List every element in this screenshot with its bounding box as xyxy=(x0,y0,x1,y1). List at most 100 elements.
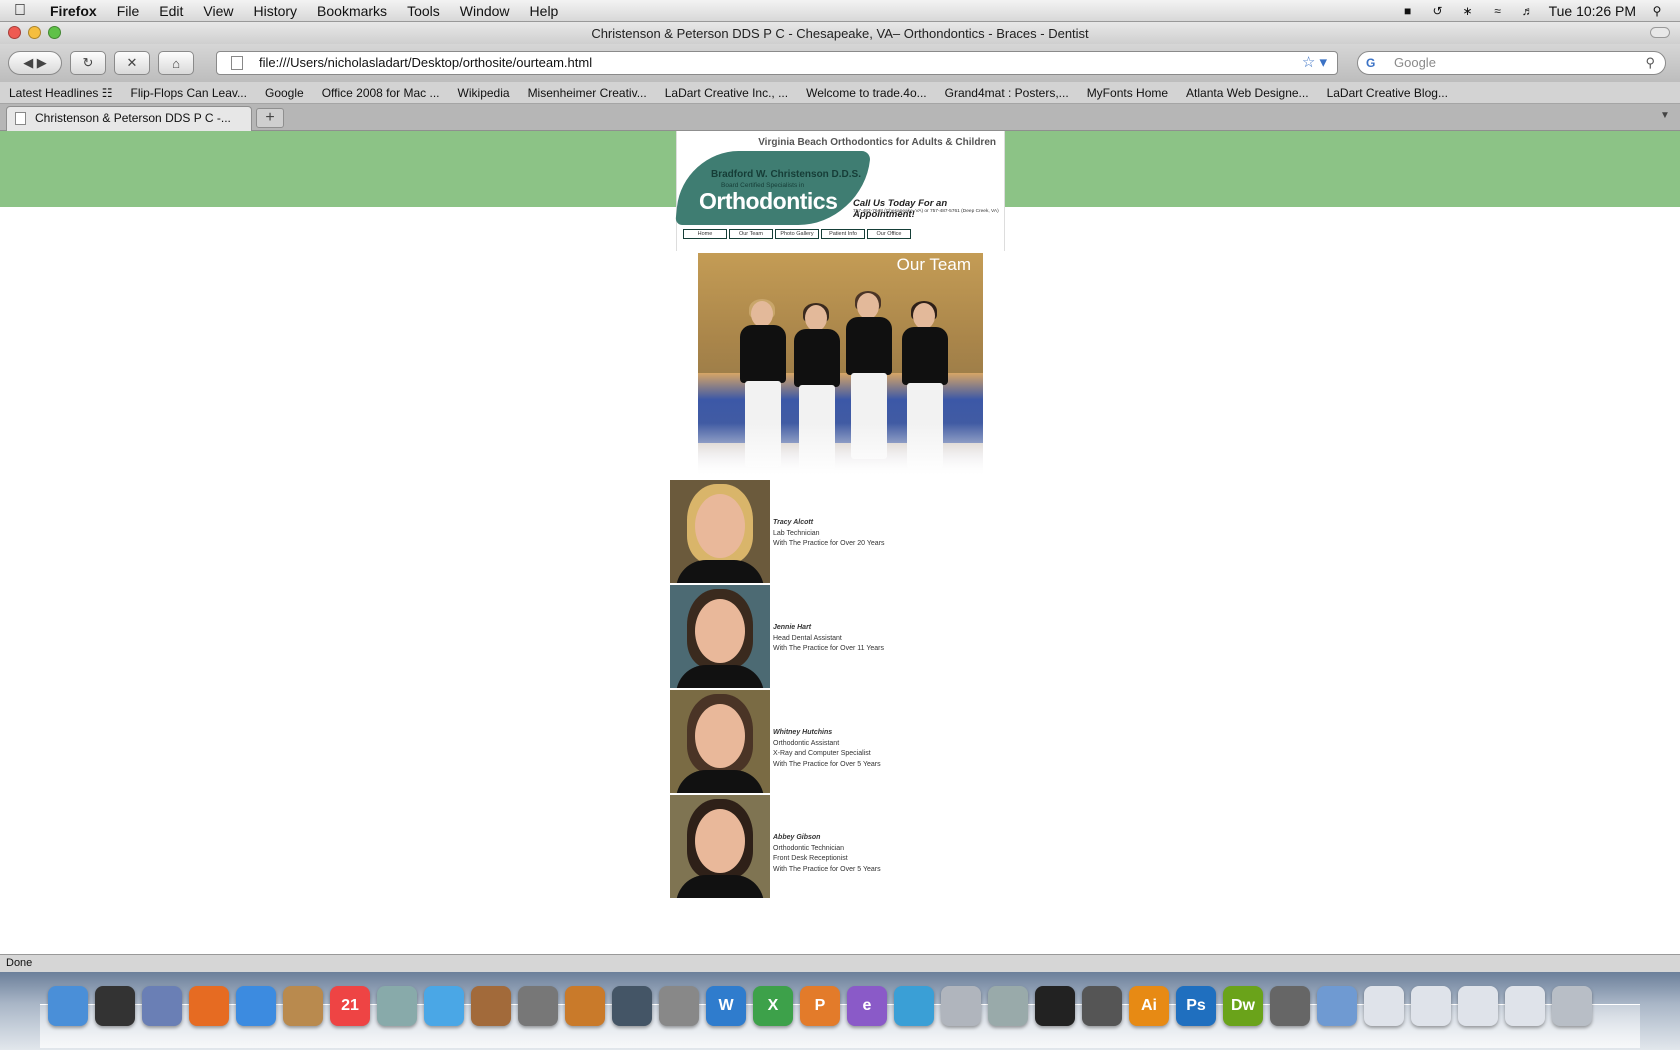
url-text[interactable]: file:///Users/nicholasladart/Desktop/ort… xyxy=(259,55,592,70)
bookmark-item[interactable]: Grand4mat : Posters,... xyxy=(936,86,1078,100)
member-tenure: With The Practice for Over 5 Years xyxy=(773,760,881,768)
menu-app-firefox[interactable]: Firefox xyxy=(40,0,107,22)
dreamweaver-icon[interactable]: Dw xyxy=(1223,986,1263,1026)
member-role: Orthodontic Assistant xyxy=(773,739,840,747)
back-forward-button[interactable]: ◀ ▶ xyxy=(8,51,62,75)
close-window-button[interactable] xyxy=(8,26,21,39)
mail-stamp-icon[interactable] xyxy=(142,986,182,1026)
member-role: Front Desk Receptionist xyxy=(773,855,848,862)
project-gallery-icon[interactable] xyxy=(941,986,981,1026)
apple-menu-icon[interactable]:  xyxy=(0,2,40,20)
illustrator-icon[interactable]: Ai xyxy=(1129,986,1169,1026)
ical-icon[interactable]: 21 xyxy=(330,986,370,1026)
word-icon[interactable]: W xyxy=(706,986,746,1026)
tab-active[interactable]: Christenson & Peterson DDS P C -... xyxy=(6,106,252,131)
menu-tools[interactable]: Tools xyxy=(397,0,450,22)
iphoto-icon[interactable] xyxy=(471,986,511,1026)
stop-button[interactable]: ✕ xyxy=(114,51,150,75)
preview-icon[interactable] xyxy=(377,986,417,1026)
team-member: Abbey Gibson Orthodontic Technician Fron… xyxy=(670,795,970,900)
nav-our-office[interactable]: Our Office xyxy=(867,229,911,239)
finder-icon[interactable] xyxy=(48,986,88,1026)
menu-edit[interactable]: Edit xyxy=(149,0,193,22)
dock: 21 W X Pe Ai Ps Dw xyxy=(0,972,1680,1050)
spotlight-search-icon[interactable]: ⚲ xyxy=(1648,4,1666,18)
time-machine-icon[interactable]: ↺ xyxy=(1429,4,1447,18)
window-3-icon[interactable] xyxy=(1458,986,1498,1026)
minimize-window-button[interactable] xyxy=(28,26,41,39)
nav-photo-gallery[interactable]: Photo Gallery xyxy=(775,229,819,239)
bluetooth-icon[interactable]: ∗ xyxy=(1459,4,1477,18)
doctor-name: Bradford W. Christenson D.D.S. xyxy=(711,169,862,180)
zoom-window-button[interactable] xyxy=(48,26,61,39)
search-input[interactable]: G Google ⚲ xyxy=(1357,51,1666,75)
member-tenure: With The Practice for Over 20 Years xyxy=(773,540,885,547)
menu-view[interactable]: View xyxy=(193,0,243,22)
bookmark-item[interactable]: LaDart Creative Blog... xyxy=(1318,86,1457,100)
reload-button[interactable]: ↻ xyxy=(70,51,106,75)
entourage-icon[interactable]: e xyxy=(847,986,887,1026)
window-4-icon[interactable] xyxy=(1505,986,1545,1026)
menu-history[interactable]: History xyxy=(243,0,307,22)
volume-icon[interactable]: ♬ xyxy=(1519,4,1537,18)
new-tab-button[interactable]: + xyxy=(256,108,284,128)
bookmark-item[interactable]: Misenheimer Creativ... xyxy=(519,86,656,100)
system-preferences-icon[interactable] xyxy=(659,986,699,1026)
bookmarks-toolbar: Latest Headlines ☷ Flip-Flops Can Leav..… xyxy=(0,82,1680,104)
status-text: Done xyxy=(6,957,33,969)
status-bar: Done xyxy=(0,954,1680,972)
sleep-icon[interactable]: ■ xyxy=(1399,4,1417,18)
dashboard-icon[interactable] xyxy=(95,986,135,1026)
member-role: X-Ray and Computer Specialist xyxy=(773,750,871,757)
page-icon xyxy=(231,56,243,70)
bookmark-item[interactable]: Latest Headlines ☷ xyxy=(0,86,121,100)
bookmark-star-icon[interactable]: ☆ ▾ xyxy=(1302,52,1327,74)
garageband-icon[interactable] xyxy=(565,986,605,1026)
itunes-icon[interactable] xyxy=(424,986,464,1026)
colorsync-icon[interactable] xyxy=(1082,986,1122,1026)
bookmark-item[interactable]: Wikipedia xyxy=(449,86,519,100)
bookmark-item[interactable]: Office 2008 for Mac ... xyxy=(313,86,449,100)
window-1-icon[interactable] xyxy=(1364,986,1404,1026)
window-title: Christenson & Peterson DDS P C - Chesape… xyxy=(591,25,1089,41)
search-icon[interactable]: ⚲ xyxy=(1645,52,1655,74)
menu-file[interactable]: File xyxy=(107,0,150,22)
scanner-icon[interactable] xyxy=(988,986,1028,1026)
window-2-icon[interactable] xyxy=(1411,986,1451,1026)
home-button[interactable]: ⌂ xyxy=(158,51,194,75)
url-bar[interactable]: file:///Users/nicholasladart/Desktop/ort… xyxy=(216,51,1338,75)
powerpoint-icon[interactable]: P xyxy=(800,986,840,1026)
menu-window[interactable]: Window xyxy=(450,0,520,22)
member-info: Abbey Gibson Orthodontic Technician Fron… xyxy=(773,833,881,875)
toolbar-toggle-button[interactable] xyxy=(1650,27,1670,38)
nav-home[interactable]: Home xyxy=(683,229,727,239)
menu-help[interactable]: Help xyxy=(520,0,569,22)
tab-list-icon[interactable]: ▼ xyxy=(1660,110,1674,122)
imovie-icon[interactable] xyxy=(518,986,558,1026)
stuffit-icon[interactable] xyxy=(1035,986,1075,1026)
messenger-icon[interactable] xyxy=(894,986,934,1026)
wifi-icon[interactable]: ≈ xyxy=(1489,4,1507,18)
bookmark-item[interactable]: LaDart Creative Inc., ... xyxy=(656,86,797,100)
address-book-icon[interactable] xyxy=(283,986,323,1026)
member-info: Jennie Hart Head Dental Assistant With T… xyxy=(773,623,884,655)
bookmark-item[interactable]: Google xyxy=(256,86,313,100)
excel-icon[interactable]: X xyxy=(753,986,793,1026)
printer-icon[interactable] xyxy=(1270,986,1310,1026)
photoshop-icon[interactable]: Ps xyxy=(1176,986,1216,1026)
bookmark-item[interactable]: MyFonts Home xyxy=(1078,86,1177,100)
bookmark-item[interactable]: Welcome to trade.4o... xyxy=(797,86,936,100)
ichat-icon[interactable] xyxy=(236,986,276,1026)
team-member: Jennie Hart Head Dental Assistant With T… xyxy=(670,585,970,690)
google-engine-icon[interactable]: G xyxy=(1366,56,1382,70)
nav-our-team[interactable]: Our Team xyxy=(729,229,773,239)
spaces-icon[interactable] xyxy=(612,986,652,1026)
trash-icon[interactable] xyxy=(1552,986,1592,1026)
firefox-icon[interactable] xyxy=(189,986,229,1026)
menubar-clock[interactable]: Tue 10:26 PM xyxy=(1549,3,1636,19)
bookmark-item[interactable]: Atlanta Web Designe... xyxy=(1177,86,1318,100)
bookmark-item[interactable]: Flip-Flops Can Leav... xyxy=(121,86,256,100)
nav-patient-info[interactable]: Patient Info xyxy=(821,229,865,239)
menu-bookmarks[interactable]: Bookmarks xyxy=(307,0,397,22)
documents-folder-icon[interactable] xyxy=(1317,986,1357,1026)
